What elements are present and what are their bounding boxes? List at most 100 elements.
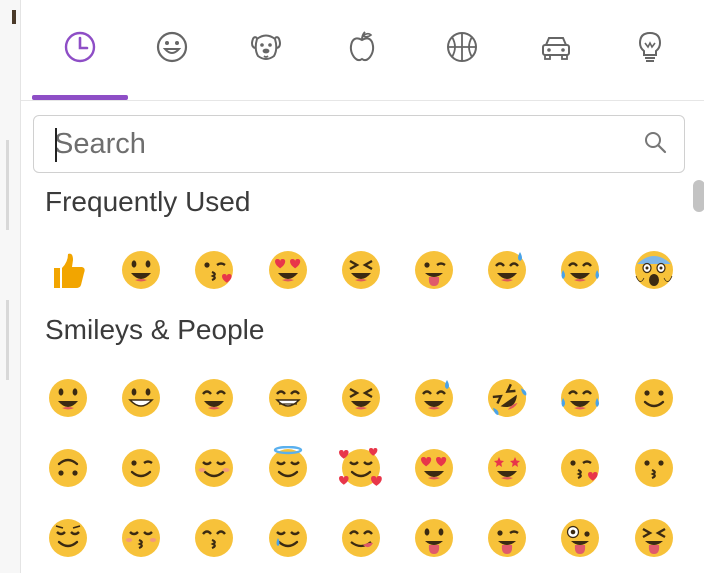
emoji-zany-face[interactable] xyxy=(549,508,611,568)
emoji-star-struck[interactable] xyxy=(476,438,538,498)
emoji-kissing-face[interactable] xyxy=(623,438,685,498)
search-input[interactable] xyxy=(54,122,634,166)
laughing-closed-eyes-icon xyxy=(341,379,380,417)
scrollbar-thumb[interactable] xyxy=(693,180,704,212)
halo-face-icon xyxy=(268,446,307,487)
star-struck-icon xyxy=(488,449,527,487)
section-title-smileys-people: Smileys & People xyxy=(45,314,265,345)
emoji-laughing-closed-eyes[interactable] xyxy=(330,368,392,428)
emoji-sweat-smile[interactable] xyxy=(403,368,465,428)
tongue-wink-icon xyxy=(488,519,527,557)
smiley-icon xyxy=(156,31,188,63)
emoji-smiling-blush[interactable] xyxy=(183,438,245,498)
emoji-smiling-hearts[interactable] xyxy=(330,438,392,498)
text-cursor xyxy=(55,128,57,162)
smiling-hearts-icon xyxy=(338,448,382,487)
emoji-relaxed-face[interactable] xyxy=(37,508,99,568)
tab-food[interactable] xyxy=(337,22,387,72)
emoji-winking-face[interactable] xyxy=(110,438,172,498)
emoji-grinning-face[interactable] xyxy=(110,240,172,300)
clock-icon xyxy=(64,31,96,63)
heart-eyes-icon xyxy=(268,251,307,289)
section-title-frequently-used: Frequently Used xyxy=(45,186,251,217)
emoji-squint-tongue[interactable] xyxy=(623,508,685,568)
tears-of-joy-icon xyxy=(561,379,600,417)
emoji-row-smileys-3 xyxy=(37,508,687,568)
emoji-tears-of-joy[interactable] xyxy=(549,240,611,300)
emoji-kissing-closed-eyes[interactable] xyxy=(110,508,172,568)
thumbs-up-icon xyxy=(54,253,85,288)
car-icon xyxy=(542,37,570,60)
emoji-tongue-wink[interactable] xyxy=(403,240,465,300)
grinning-face-icon xyxy=(49,379,87,417)
background-divider xyxy=(6,300,9,380)
sweat-smile-icon xyxy=(488,251,527,289)
emoji-thumbs-up[interactable] xyxy=(37,240,99,300)
heart-eyes-icon xyxy=(415,449,453,487)
smile-tear-icon xyxy=(268,519,307,557)
emoji-heart-eyes[interactable] xyxy=(257,240,319,300)
emoji-beaming-face[interactable] xyxy=(257,368,319,428)
lightbulb-icon xyxy=(638,31,662,62)
tab-recent[interactable] xyxy=(55,22,105,72)
winking-face-icon xyxy=(122,449,161,487)
emoji-kissing-face-heart[interactable] xyxy=(183,240,245,300)
emoji-picker: Frequently Used Smileys & People xyxy=(20,0,704,573)
emoji-row-smileys-1 xyxy=(37,368,687,428)
grinning-face-icon xyxy=(122,251,161,289)
grinning-big-eyes-icon xyxy=(122,379,161,417)
emoji-list: Frequently Used Smileys & People xyxy=(21,180,704,573)
emoji-tongue-face[interactable] xyxy=(403,508,465,568)
emoji-grinning-big-eyes[interactable] xyxy=(110,368,172,428)
screaming-face-icon xyxy=(634,251,673,289)
emoji-laughing-closed-eyes[interactable] xyxy=(330,240,392,300)
tab-animals[interactable] xyxy=(241,22,291,72)
zany-face-icon xyxy=(561,519,600,557)
emoji-tongue-wink[interactable] xyxy=(476,508,538,568)
emoji-slight-smile[interactable] xyxy=(623,368,685,428)
smiling-blush-icon xyxy=(195,449,234,487)
kissing-face-heart-icon xyxy=(561,449,600,487)
emoji-grinning-face[interactable] xyxy=(37,368,99,428)
emoji-kissing-face-heart[interactable] xyxy=(549,438,611,498)
kissing-closed-eyes-icon xyxy=(122,519,161,557)
tongue-wink-icon xyxy=(415,251,453,289)
active-tab-indicator xyxy=(32,95,128,100)
emoji-kissing-smile-eyes[interactable] xyxy=(183,508,245,568)
background-divider xyxy=(6,140,9,230)
emoji-smile-tear[interactable] xyxy=(257,508,319,568)
emoji-upside-down-face[interactable] xyxy=(37,438,99,498)
tab-smileys[interactable] xyxy=(147,22,197,72)
tab-travel[interactable] xyxy=(531,22,581,72)
tab-objects[interactable] xyxy=(625,22,675,72)
emoji-heart-eyes[interactable] xyxy=(403,438,465,498)
basketball-icon xyxy=(447,32,477,62)
emoji-yum-face[interactable] xyxy=(330,508,392,568)
emoji-grinning-smile-eyes[interactable] xyxy=(183,368,245,428)
beaming-face-icon xyxy=(268,379,307,417)
dog-icon xyxy=(250,34,282,60)
emoji-tears-of-joy[interactable] xyxy=(549,368,611,428)
search-box xyxy=(33,115,685,173)
tab-activities[interactable] xyxy=(437,22,487,72)
squint-tongue-icon xyxy=(634,519,673,557)
tears-of-joy-icon xyxy=(561,251,600,289)
emoji-category-tabs xyxy=(21,0,704,101)
tongue-face-icon xyxy=(415,519,453,557)
yum-face-icon xyxy=(341,519,380,557)
apple-icon xyxy=(349,31,375,62)
rofl-icon xyxy=(488,379,527,417)
emoji-halo-face[interactable] xyxy=(257,438,319,498)
grinning-smile-eyes-icon xyxy=(195,379,234,417)
background-marker xyxy=(12,10,16,24)
kissing-smile-eyes-icon xyxy=(195,519,234,557)
emoji-rofl[interactable] xyxy=(476,368,538,428)
search-icon[interactable] xyxy=(642,129,670,157)
slight-smile-icon xyxy=(634,379,673,417)
kissing-face-heart-icon xyxy=(195,251,234,289)
emoji-screaming-face[interactable] xyxy=(623,240,685,300)
emoji-sweat-smile[interactable] xyxy=(476,240,538,300)
kissing-face-icon xyxy=(634,449,673,487)
laughing-closed-eyes-icon xyxy=(341,251,380,289)
background-window-edge xyxy=(0,0,20,573)
